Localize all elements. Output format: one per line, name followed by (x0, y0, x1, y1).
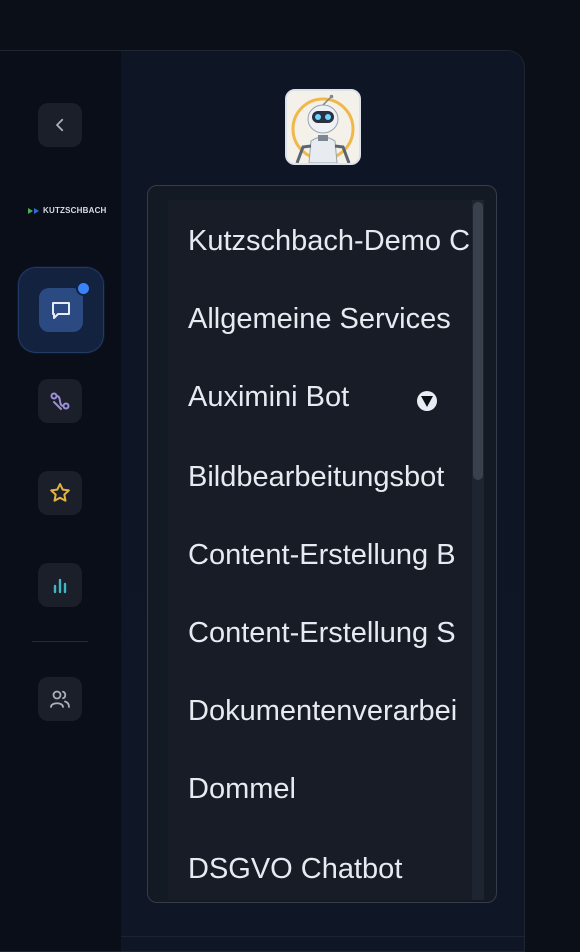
bot-select-dropdown[interactable]: Kutzschbach-Demo C Allgemeine Services Aux… (147, 185, 497, 903)
users-icon (50, 690, 70, 708)
dropdown-scrollbar[interactable] (472, 200, 484, 900)
dropdown-option[interactable]: Content-Erstellung B (188, 535, 456, 575)
dropdown-option[interactable]: Dokumentenverarbei (188, 691, 457, 731)
brand-logo: KUTZSCHBACH (28, 206, 107, 215)
collapse-sidebar-button[interactable] (38, 103, 82, 147)
bar-chart-icon (53, 578, 67, 594)
sidebar-divider (32, 641, 88, 642)
notification-dot (76, 281, 91, 296)
star-icon (50, 483, 70, 502)
nav-chat-button[interactable] (18, 267, 104, 353)
main-area: Kutzschbach-Demo C Allgemeine Services Aux… (121, 51, 524, 951)
dropdown-option[interactable]: Auximini Bot (188, 377, 349, 417)
brand-mark-icon (28, 207, 39, 214)
nav-analytics-button[interactable] (38, 563, 82, 607)
dropdown-option[interactable]: Allgemeine Services (188, 299, 451, 339)
route-icon (50, 392, 70, 410)
nav-favorites-button[interactable] (38, 471, 82, 515)
message-square-icon (52, 302, 70, 319)
dropdown-option[interactable]: DSGVO Chatbot (188, 849, 402, 889)
bot-avatar[interactable] (285, 89, 361, 165)
bot-options-list: Kutzschbach-Demo C Allgemeine Services Aux… (168, 200, 484, 900)
dropdown-option[interactable]: Bildbearbeitungsbot (188, 457, 444, 497)
dropdown-option[interactable]: Kutzschbach-Demo C (188, 221, 470, 261)
app-window: KUTZSCHBACH Kutzschbach-Demo C Allgemein… (0, 50, 525, 952)
chevron-left-icon (56, 118, 64, 132)
robot-avatar-icon (287, 91, 359, 163)
cursor-pointer-icon (417, 391, 437, 411)
bottom-divider (121, 936, 524, 937)
sidebar: KUTZSCHBACH (0, 51, 121, 951)
brand-name: KUTZSCHBACH (43, 206, 107, 215)
nav-workflows-button[interactable] (38, 379, 82, 423)
dropdown-option[interactable]: Dommel (188, 769, 296, 809)
dropdown-scroll-thumb[interactable] (473, 202, 483, 480)
nav-users-button[interactable] (38, 677, 82, 721)
dropdown-option[interactable]: Content-Erstellung S (188, 613, 456, 653)
